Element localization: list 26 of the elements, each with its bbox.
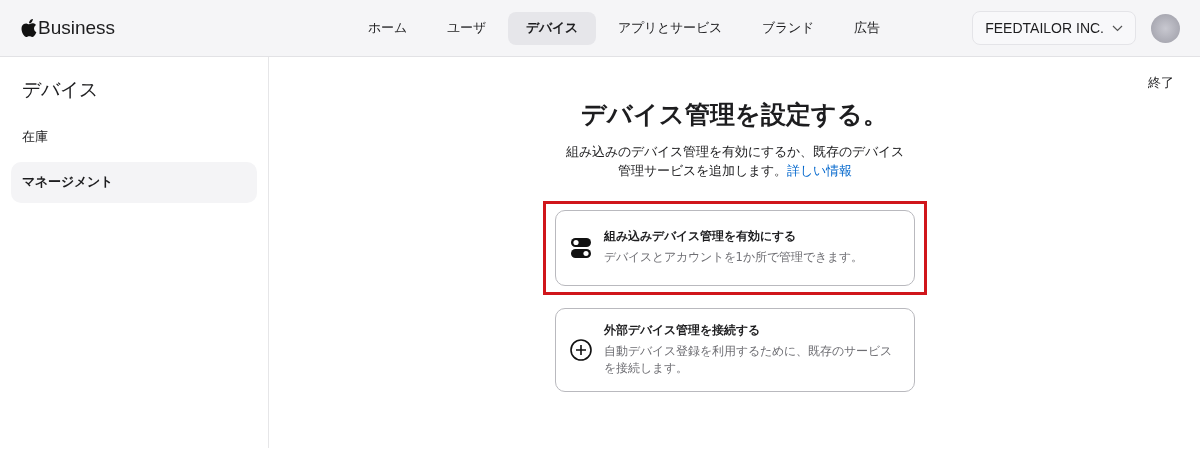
nav-tab[interactable]: ホーム	[350, 11, 425, 45]
nav-tab[interactable]: ユーザ	[429, 11, 504, 45]
nav-tab[interactable]: ブランド	[744, 11, 832, 45]
done-link[interactable]: 終了	[1148, 75, 1174, 92]
chevron-down-icon	[1112, 24, 1123, 32]
option-title: 外部デバイス管理を接続する	[603, 322, 761, 338]
sidebar-item[interactable]: 在庫	[11, 117, 257, 158]
option-description: デバイスとアカウントを1か所で管理できます。	[603, 248, 863, 266]
nav-tab[interactable]: アプリとサービス	[600, 11, 740, 45]
option-card[interactable]: 組み込みデバイス管理を有効にする デバイスとアカウントを1か所で管理できます。	[554, 209, 915, 286]
sidebar-title: デバイス	[22, 77, 99, 102]
option-card[interactable]: 外部デバイス管理を接続する 自動デバイス登録を利用するために、既存のサービスを接続します。	[554, 307, 915, 392]
learn-more-link[interactable]: 詳しい情報	[786, 162, 852, 178]
apple-logo-icon	[20, 18, 37, 38]
avatar[interactable]	[1151, 13, 1180, 43]
plus-circle-icon	[569, 338, 592, 361]
brand-name: Business	[38, 17, 116, 39]
organization-menu[interactable]: FEEDTAILOR INC.	[972, 11, 1136, 45]
description: 組み込みのデバイス管理を有効にするか、既存のデバイス管理サービスを追加します。詳しい情報	[564, 143, 905, 180]
page-title: デバイス管理を設定する。	[581, 99, 888, 131]
option-description: 自動デバイス登録を利用するために、既存のサービスを接続します。	[603, 342, 893, 377]
nav-tab[interactable]: デバイス	[508, 11, 596, 45]
option-title: 組み込みデバイス管理を有効にする	[603, 228, 797, 244]
toggles-icon	[569, 236, 592, 259]
sidebar-item[interactable]: マネージメント	[11, 162, 257, 203]
nav-tab[interactable]: 広告	[836, 11, 898, 45]
